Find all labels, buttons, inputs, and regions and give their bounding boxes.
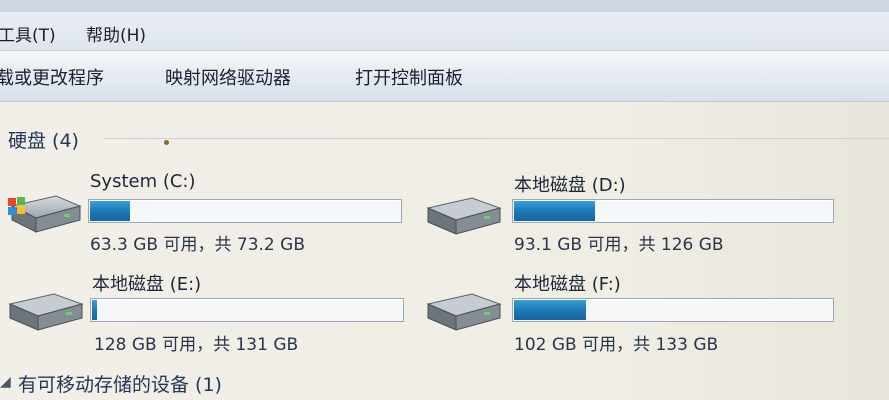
drive-usage-bar: [512, 298, 834, 322]
hard-drive-icon: [8, 195, 82, 233]
open-control-panel-button[interactable]: 打开控制面板: [355, 64, 463, 90]
group-header-removable[interactable]: 有可移动存储的设备 (1): [18, 370, 222, 397]
drive-e[interactable]: 本地磁盘 (E:) 128 GB 可用，共 131 GB: [8, 266, 408, 356]
map-network-drive-button[interactable]: 映射网络驱动器: [165, 64, 291, 90]
group-divider: [104, 138, 889, 139]
drive-usage-fill: [514, 201, 596, 221]
command-bar: 载或更改程序 映射网络驱动器 打开控制面板: [0, 51, 889, 102]
drives-pane: 硬盘 (4) System (C:) 63.3 GB 可用，共 73.2 GB …: [0, 102, 889, 400]
drive-usage-fill: [90, 201, 131, 221]
menu-tools[interactable]: 工具(T): [0, 21, 56, 46]
uninstall-program-button[interactable]: 载或更改程序: [0, 64, 104, 90]
drive-size-text: 128 GB 可用，共 131 GB: [94, 335, 299, 355]
drive-d[interactable]: 本地磁盘 (D:) 93.1 GB 可用，共 126 GB: [426, 170, 834, 260]
drive-name: 本地磁盘 (F:): [514, 274, 621, 295]
expand-arrow-icon[interactable]: ◢: [0, 374, 11, 390]
hard-drive-icon: [8, 293, 84, 331]
drive-usage-bar: [90, 298, 404, 322]
drive-usage-bar: [88, 199, 402, 223]
drive-name: 本地磁盘 (D:): [514, 175, 626, 196]
window-top-strip: [0, 0, 889, 12]
drive-name: System (C:): [90, 171, 196, 192]
drive-usage-fill: [514, 300, 586, 320]
drive-c[interactable]: System (C:) 63.3 GB 可用，共 73.2 GB: [6, 170, 406, 260]
hard-drive-icon: [426, 197, 502, 235]
drive-f[interactable]: 本地磁盘 (F:) 102 GB 可用，共 133 GB: [426, 266, 834, 356]
screen-speck: [164, 140, 169, 145]
drive-name: 本地磁盘 (E:): [92, 274, 202, 295]
group-header-hard-disks[interactable]: 硬盘 (4): [8, 126, 79, 153]
drive-usage-bar: [512, 199, 834, 223]
hard-drive-icon: [426, 293, 502, 331]
menu-bar: 工具(T) 帮助(H): [0, 12, 889, 51]
drive-usage-fill: [92, 300, 98, 320]
drive-size-text: 93.1 GB 可用，共 126 GB: [514, 235, 724, 255]
menu-help[interactable]: 帮助(H): [86, 21, 146, 46]
drive-size-text: 63.3 GB 可用，共 73.2 GB: [90, 235, 305, 255]
drive-size-text: 102 GB 可用，共 133 GB: [514, 335, 719, 355]
